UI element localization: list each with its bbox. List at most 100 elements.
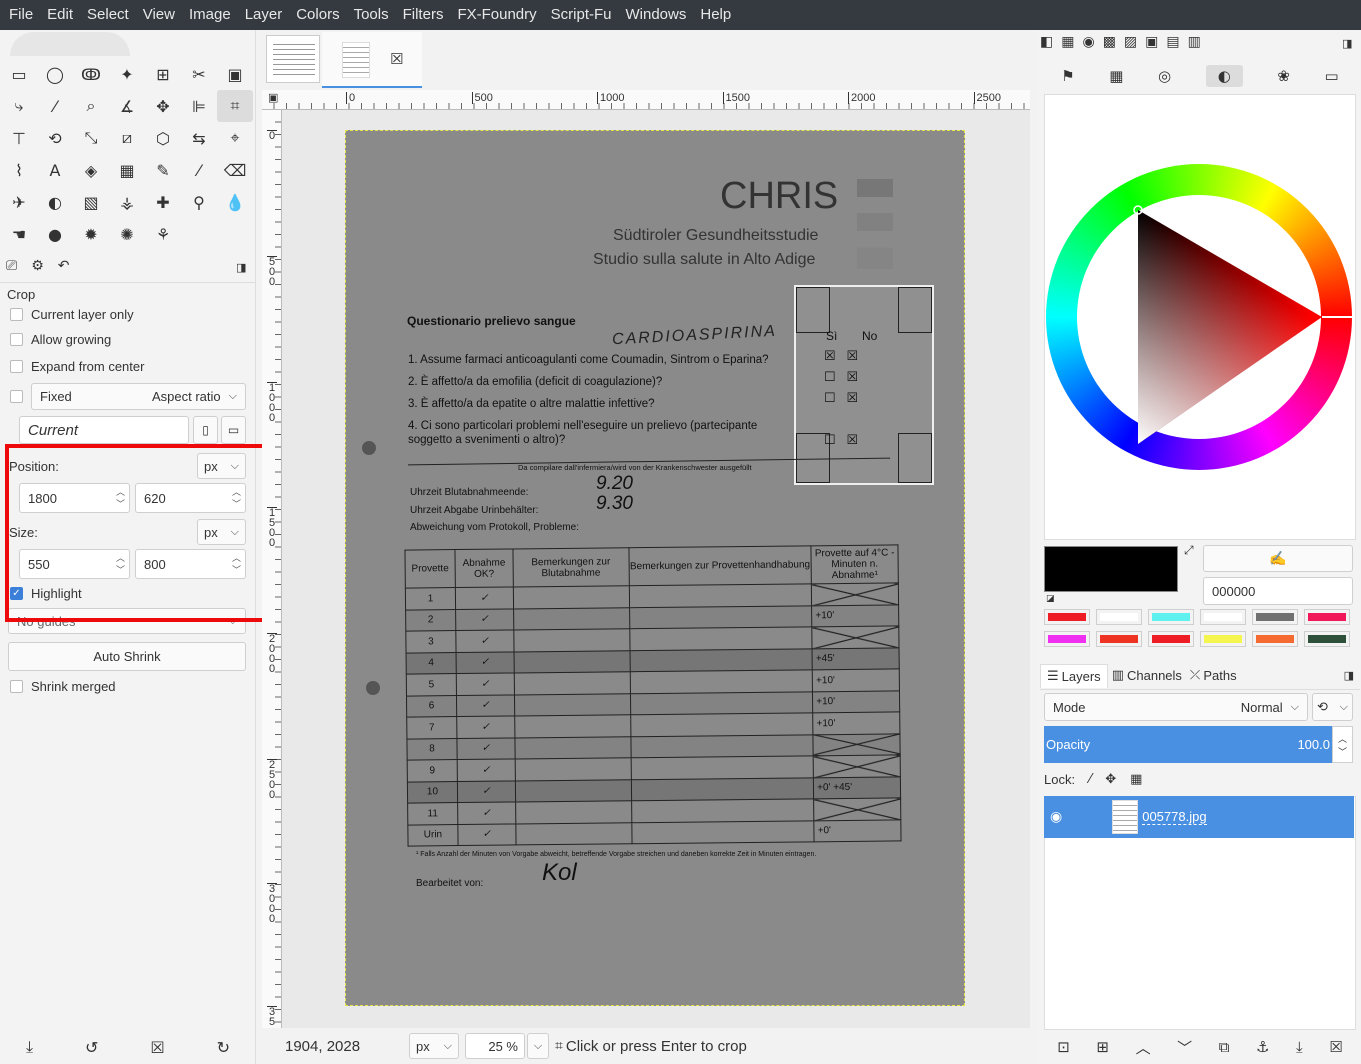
foreground-color-swatch[interactable] bbox=[1044, 546, 1178, 592]
close-tab-icon[interactable]: ☒ bbox=[390, 50, 403, 68]
default-colors-icon[interactable]: ◪ bbox=[1046, 594, 1055, 604]
menu-script-fu[interactable]: Script-Fu bbox=[544, 0, 619, 30]
unified-transform-icon[interactable]: ⊤ bbox=[1, 122, 37, 154]
raise-layer-icon[interactable]: ︿ bbox=[1136, 1037, 1151, 1058]
document-image[interactable]: CHRIS Südtiroler Gesundheitsstudie Studi… bbox=[345, 130, 965, 1006]
move-icon[interactable]: ✥ bbox=[145, 90, 181, 122]
warp-icon[interactable]: ⌇ bbox=[1, 154, 37, 186]
device-status-tab-icon[interactable]: ⚙ bbox=[31, 258, 44, 274]
portrait-button[interactable]: ▯ bbox=[193, 416, 218, 444]
fixed-aspect-dropdown[interactable]: Fixed Aspect ratio ⌵ bbox=[31, 383, 246, 410]
perspective-clone-icon[interactable]: ⚲ bbox=[181, 186, 217, 218]
shrink-merged-checkbox[interactable] bbox=[10, 680, 23, 693]
eraser-icon[interactable]: ⌫ bbox=[217, 154, 253, 186]
hex-color-input[interactable]: 000000 bbox=[1203, 577, 1353, 605]
delete-options-icon[interactable]: ☒ bbox=[150, 1038, 164, 1057]
color-history-swatch[interactable] bbox=[1304, 631, 1350, 647]
dodge-burn-icon[interactable]: ● bbox=[37, 218, 73, 250]
image-tab-2[interactable]: ☒ bbox=[322, 32, 422, 88]
reset-options-icon[interactable]: ↻ bbox=[217, 1038, 230, 1057]
bucket-fill-icon[interactable]: ◈ bbox=[73, 154, 109, 186]
menu-fx-foundry[interactable]: FX-Foundry bbox=[450, 0, 543, 30]
menu-colors[interactable]: Colors bbox=[289, 0, 346, 30]
pencil-icon[interactable]: ✎ bbox=[145, 154, 181, 186]
cmyk-selector-icon[interactable]: ▦ bbox=[1109, 67, 1123, 85]
current-preset-field[interactable]: Current bbox=[19, 416, 189, 444]
rotate-icon[interactable]: ⟲ bbox=[37, 122, 73, 154]
mypaint-brush-icon[interactable]: ▧ bbox=[73, 186, 109, 218]
auto-shrink-button[interactable]: Auto Shrink bbox=[8, 642, 246, 671]
opacity-slider[interactable]: Opacity 100.0 bbox=[1044, 726, 1332, 763]
new-layer-icon[interactable]: ⊡ bbox=[1057, 1038, 1070, 1056]
color-history-swatch[interactable] bbox=[1148, 631, 1194, 647]
allow-growing-option[interactable]: Allow growing bbox=[10, 332, 111, 347]
flip-icon[interactable]: ⇆ bbox=[181, 122, 217, 154]
ellipse-select-icon[interactable]: ◯ bbox=[37, 58, 73, 90]
image-tab-1[interactable] bbox=[266, 35, 320, 83]
duplicate-layer-icon[interactable]: ⧉ bbox=[1219, 1038, 1230, 1056]
layer-row[interactable]: ◉ 005778.jpg bbox=[1044, 796, 1354, 838]
color-history-swatch[interactable] bbox=[1096, 609, 1142, 625]
scale-icon[interactable]: ⤡ bbox=[73, 122, 109, 154]
menu-select[interactable]: Select bbox=[80, 0, 136, 30]
undo-history-tab-icon[interactable]: ↶ bbox=[58, 258, 70, 274]
by-color-select-icon[interactable]: ⊞ bbox=[145, 58, 181, 90]
watercolor-selector-icon[interactable]: ◎ bbox=[1158, 67, 1171, 85]
free-select-icon[interactable]: ↂ bbox=[73, 58, 109, 90]
color-history-swatch[interactable] bbox=[1096, 631, 1142, 647]
tab-layers[interactable]: ☰ Layers bbox=[1040, 663, 1108, 688]
zoom-input[interactable]: 25 % bbox=[465, 1033, 525, 1059]
zoom-dropdown-button[interactable]: ⌵ bbox=[527, 1033, 549, 1059]
fuzzy-select-icon[interactable]: ✦ bbox=[109, 58, 145, 90]
shear-icon[interactable]: ⧄ bbox=[109, 122, 145, 154]
tab-channels[interactable]: ▥ Channels bbox=[1108, 664, 1186, 687]
palette-tab-icon[interactable]: ▨ bbox=[1124, 34, 1137, 50]
doc-history-tab-icon[interactable]: ▥ bbox=[1188, 34, 1201, 50]
scales-selector-icon[interactable]: ▭ bbox=[1325, 67, 1339, 85]
color-history-swatch[interactable] bbox=[1252, 609, 1298, 625]
ink-icon[interactable]: ◐ bbox=[37, 186, 73, 218]
menu-image[interactable]: Image bbox=[182, 0, 238, 30]
status-unit-dropdown[interactable]: px ⌵ bbox=[409, 1033, 459, 1059]
handle-transform-icon[interactable]: ⚘ bbox=[145, 218, 181, 250]
blur-icon[interactable]: 💧 bbox=[217, 186, 253, 218]
font-tab-icon[interactable]: ▤ bbox=[1166, 34, 1179, 50]
lower-layer-icon[interactable]: ﹀ bbox=[1177, 1037, 1192, 1058]
foreground-select-icon[interactable]: ▣ bbox=[217, 58, 253, 90]
anchor-layer-icon[interactable]: ⚓ bbox=[1256, 1038, 1269, 1056]
gradient-tab-icon[interactable]: ▩ bbox=[1103, 34, 1116, 50]
gradient-icon[interactable]: ▦ bbox=[109, 154, 145, 186]
lock-pixels-icon[interactable]: ⁄ bbox=[1089, 772, 1091, 787]
cage-icon[interactable]: ⌖ bbox=[217, 122, 253, 154]
clone-icon[interactable]: ⚶ bbox=[109, 186, 145, 218]
rect-select-icon[interactable]: ▭ bbox=[1, 58, 37, 90]
merge-layer-icon[interactable]: ⤓ bbox=[1296, 1038, 1303, 1056]
color-history-swatch[interactable] bbox=[1044, 609, 1090, 625]
menu-filters[interactable]: Filters bbox=[396, 0, 451, 30]
color-history-swatch[interactable] bbox=[1200, 631, 1246, 647]
heal-icon[interactable]: ✚ bbox=[145, 186, 181, 218]
expand-from-center-checkbox[interactable] bbox=[10, 360, 23, 373]
current-layer-only-checkbox[interactable] bbox=[10, 308, 23, 321]
color-history-swatch[interactable] bbox=[1148, 609, 1194, 625]
menu-layer[interactable]: Layer bbox=[238, 0, 290, 30]
paintbrush-icon[interactable]: ⁄ bbox=[181, 154, 217, 186]
expand-from-center-option[interactable]: Expand from center bbox=[10, 359, 144, 374]
scissors-icon[interactable]: ✂ bbox=[181, 58, 217, 90]
gimp-icon[interactable]: ✹ bbox=[73, 218, 109, 250]
save-options-icon[interactable]: ⤓ bbox=[26, 1037, 33, 1057]
layer-mode-dropdown[interactable]: Mode Normal ⌵ bbox=[1044, 693, 1308, 721]
menu-view[interactable]: View bbox=[136, 0, 182, 30]
lock-alpha-icon[interactable]: ▦ bbox=[1130, 772, 1142, 787]
brush-tab-icon[interactable]: ◉ bbox=[1082, 34, 1094, 50]
menu-tools[interactable]: Tools bbox=[347, 0, 396, 30]
filters-icon[interactable]: ✺ bbox=[109, 218, 145, 250]
menu-windows[interactable]: Windows bbox=[619, 0, 694, 30]
color-wheel[interactable] bbox=[1046, 164, 1352, 470]
color-triangle[interactable] bbox=[1046, 164, 1352, 470]
layers-configure-icon[interactable]: ◨ bbox=[1344, 669, 1354, 682]
restore-options-icon[interactable]: ↺ bbox=[85, 1038, 98, 1057]
menu-help[interactable]: Help bbox=[693, 0, 738, 30]
landscape-button[interactable]: ▭ bbox=[221, 416, 246, 444]
layer-visibility-eye-icon[interactable]: ◉ bbox=[1050, 809, 1062, 825]
